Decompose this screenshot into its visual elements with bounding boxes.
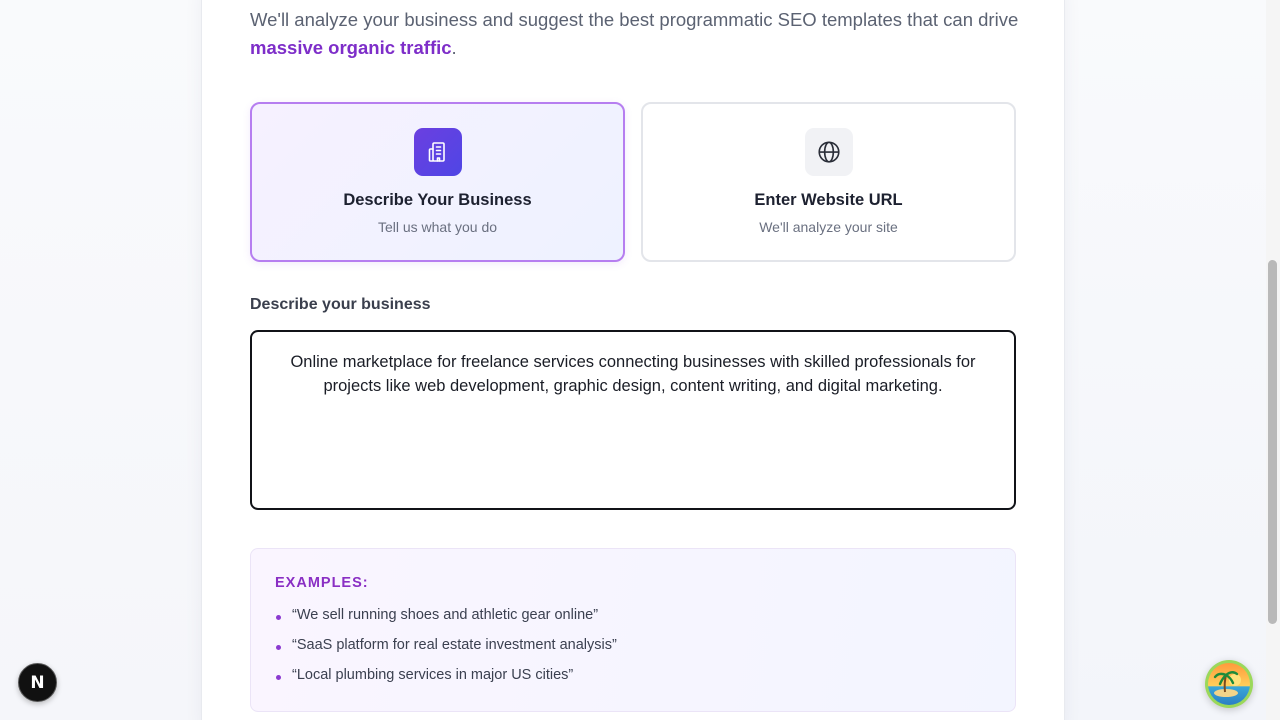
option-describe-business-title: Describe Your Business — [343, 191, 532, 209]
nextjs-logo-icon[interactable]: N — [18, 663, 57, 702]
option-website-url[interactable]: Enter Website URL We'll analyze your sit… — [641, 102, 1016, 262]
intro-text-end: . — [451, 37, 457, 58]
example-item: “We sell running shoes and athletic gear… — [275, 605, 617, 635]
option-describe-business-subtitle: Tell us what you do — [377, 219, 498, 235]
assistant-button[interactable] — [1205, 660, 1253, 708]
business-description-label: Describe your business — [250, 296, 431, 313]
option-website-url-subtitle: We'll analyze your site — [759, 219, 898, 235]
building-icon — [413, 128, 462, 176]
option-describe-business[interactable]: Describe Your Business Tell us what you … — [250, 102, 625, 262]
globe-icon — [804, 128, 853, 176]
option-website-url-title: Enter Website URL — [754, 191, 903, 209]
examples-box: EXAMPLES: “We sell running shoes and ath… — [250, 548, 1016, 712]
business-description-textarea[interactable]: Online marketplace for freelance service… — [250, 330, 1016, 510]
nextjs-badge-letter: N — [30, 672, 45, 693]
beach-island-icon — [1208, 663, 1250, 705]
page-background-right — [1064, 0, 1266, 720]
examples-list: “We sell running shoes and athletic gear… — [275, 605, 617, 695]
examples-heading: EXAMPLES: — [275, 575, 369, 591]
intro-text-start: We'll analyze your business and suggest … — [250, 9, 1019, 30]
intro-text: We'll analyze your business and suggest … — [250, 6, 1020, 62]
example-item: “Local plumbing services in major US cit… — [275, 665, 617, 695]
example-item: “SaaS platform for real estate investmen… — [275, 635, 617, 665]
intro-highlight: massive organic traffic — [250, 37, 452, 58]
page-background-left — [0, 0, 202, 720]
scrollbar-thumb[interactable] — [1268, 260, 1277, 624]
